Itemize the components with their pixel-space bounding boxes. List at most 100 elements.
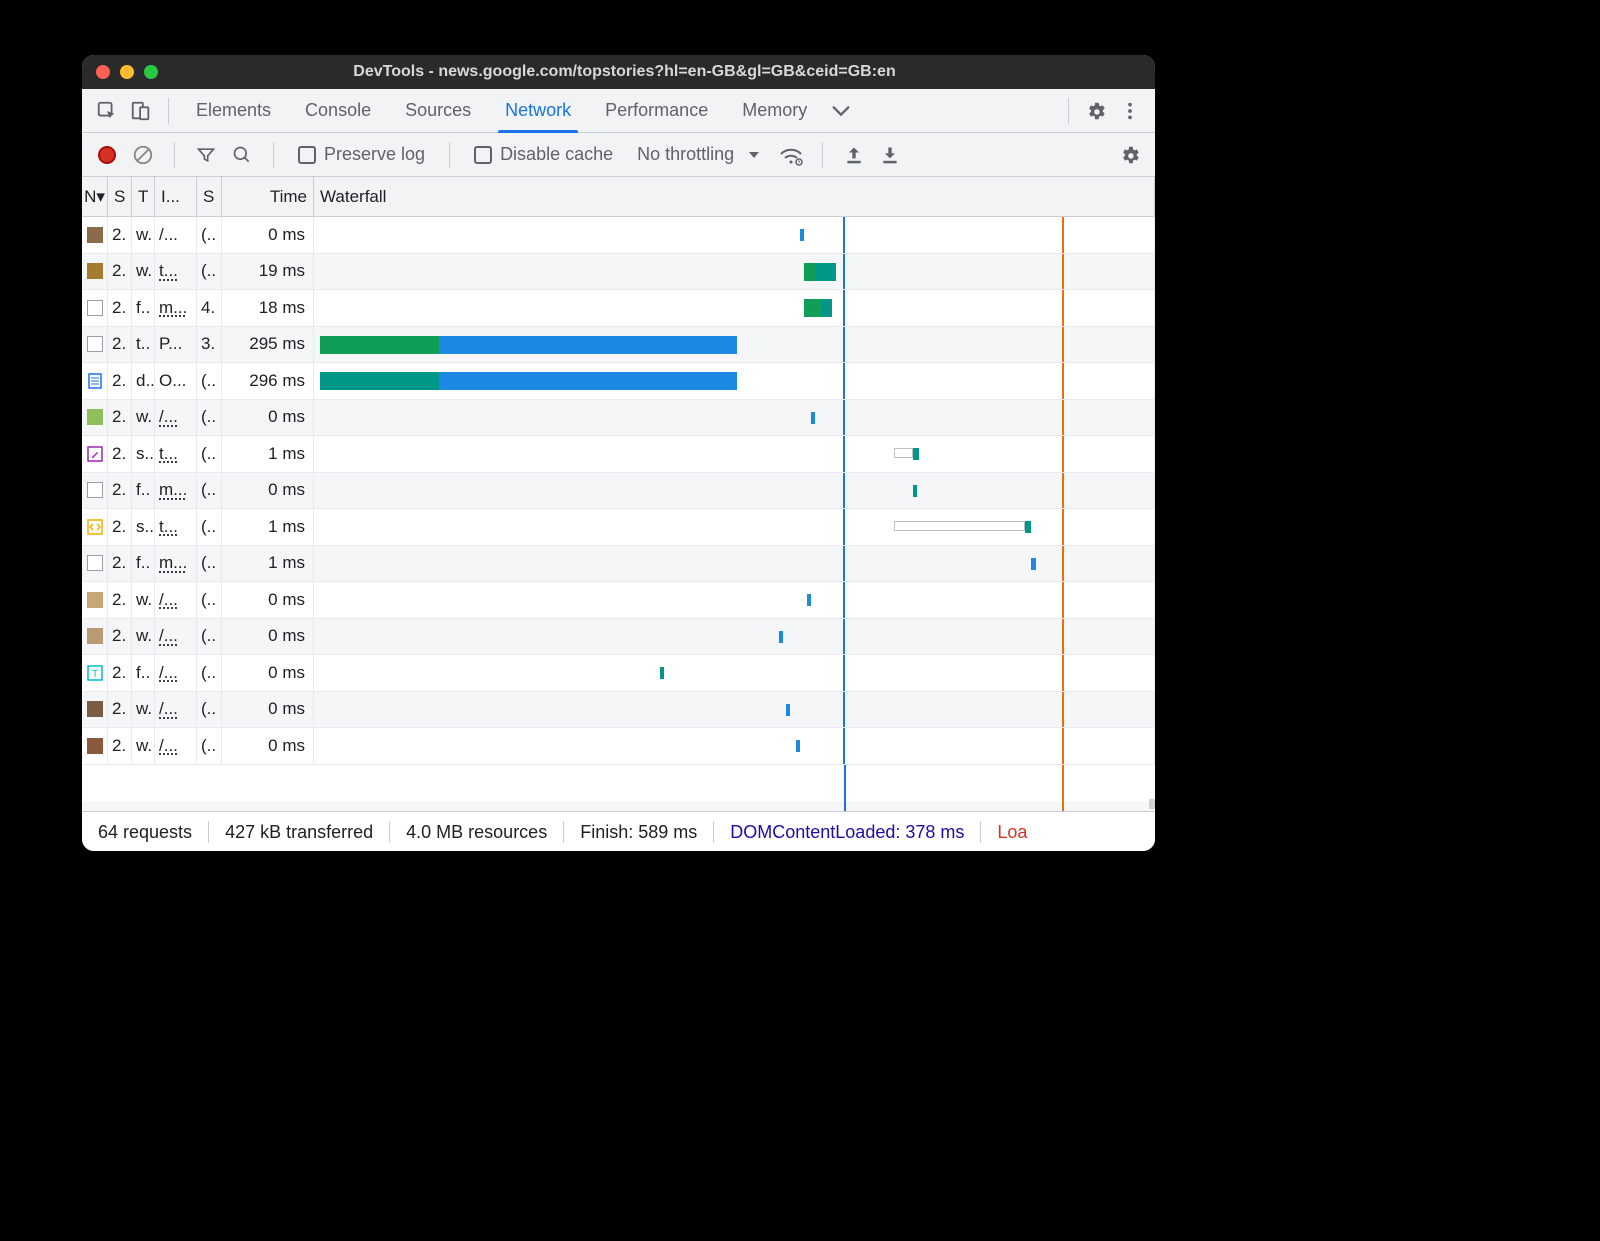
settings-icon[interactable] [1079, 96, 1113, 126]
search-icon[interactable] [227, 140, 257, 170]
resource-type-icon [82, 217, 108, 253]
more-tabs-icon[interactable] [824, 96, 858, 126]
column-initiator[interactable]: I... [155, 177, 197, 216]
table-row[interactable]: 2.w./...(..0 ms [82, 217, 1155, 254]
filter-icon[interactable] [191, 140, 221, 170]
column-size[interactable]: S [197, 177, 222, 216]
table-row[interactable]: 2.s..t...(..1 ms [82, 436, 1155, 473]
waterfall-cell [314, 363, 1155, 399]
network-columns-header: N▾ S T I... S Time Waterfall [82, 177, 1155, 217]
divider [168, 98, 169, 124]
resource-type-icon [82, 400, 108, 436]
chevron-down-icon [748, 149, 760, 161]
clear-icon[interactable] [128, 140, 158, 170]
resource-type-icon [82, 546, 108, 582]
tab-network[interactable]: Network [488, 89, 588, 132]
resource-type-icon [82, 327, 108, 363]
status-bar: 64 requests 427 kB transferred 4.0 MB re… [82, 811, 1155, 851]
network-rows: 2.w./...(..0 ms2.w.t...(..19 ms2.f..m...… [82, 217, 1155, 811]
resource-type-icon [82, 728, 108, 764]
status-dcl: DOMContentLoaded: 378 ms [714, 821, 981, 843]
divider [273, 142, 274, 168]
status-transferred: 427 kB transferred [209, 821, 390, 843]
column-name[interactable]: N▾ [82, 177, 108, 216]
tab-console[interactable]: Console [288, 89, 388, 132]
waterfall-cell [314, 400, 1155, 436]
svg-text:T: T [91, 669, 97, 680]
table-row[interactable]: 2.f..m...(..0 ms [82, 473, 1155, 510]
device-mode-icon[interactable] [124, 96, 158, 126]
tab-memory[interactable]: Memory [725, 89, 824, 132]
traffic-lights [96, 65, 158, 79]
zoom-icon[interactable] [144, 65, 158, 79]
resource-type-icon [82, 619, 108, 655]
waterfall-cell [314, 217, 1155, 253]
network-conditions-icon[interactable] [776, 140, 806, 170]
waterfall-cell [314, 619, 1155, 655]
table-row[interactable]: 2.w./...(..0 ms [82, 400, 1155, 437]
table-row[interactable]: 2.w./...(..0 ms [82, 619, 1155, 656]
status-requests: 64 requests [98, 821, 209, 843]
table-row[interactable]: 2.f..m...4.18 ms [82, 290, 1155, 327]
waterfall-cell [314, 509, 1155, 545]
waterfall-cell [314, 290, 1155, 326]
network-settings-icon[interactable] [1115, 140, 1145, 170]
upload-har-icon[interactable] [839, 140, 869, 170]
status-finish: Finish: 589 ms [564, 821, 714, 843]
tab-performance[interactable]: Performance [588, 89, 725, 132]
resource-type-icon [82, 473, 108, 509]
table-row[interactable]: 2.w./...(..0 ms [82, 692, 1155, 729]
table-row[interactable]: 2.w./...(..0 ms [82, 582, 1155, 619]
kebab-menu-icon[interactable] [1113, 96, 1147, 126]
resource-type-icon [82, 290, 108, 326]
minimize-icon[interactable] [120, 65, 134, 79]
resource-type-icon [82, 582, 108, 618]
inspect-element-icon[interactable] [90, 96, 124, 126]
download-har-icon[interactable] [875, 140, 905, 170]
close-icon[interactable] [96, 65, 110, 79]
column-time[interactable]: Time [222, 177, 314, 216]
column-type[interactable]: T [132, 177, 155, 216]
table-row[interactable]: 2.w./...(..0 ms [82, 728, 1155, 765]
waterfall-cell [314, 546, 1155, 582]
divider [449, 142, 450, 168]
divider [822, 142, 823, 168]
waterfall-cell [314, 655, 1155, 691]
waterfall-cell [314, 254, 1155, 290]
waterfall-cell [314, 692, 1155, 728]
divider [1068, 98, 1069, 124]
resource-type-icon [82, 363, 108, 399]
tab-elements[interactable]: Elements [179, 89, 288, 132]
table-row[interactable]: 2.w.t...(..19 ms [82, 254, 1155, 291]
table-row[interactable]: T2.f../...(..0 ms [82, 655, 1155, 692]
window-title: DevTools - news.google.com/topstories?hl… [158, 63, 1091, 81]
resource-type-icon [82, 509, 108, 545]
divider [174, 142, 175, 168]
table-row[interactable]: 2.s..t...(..1 ms [82, 509, 1155, 546]
table-row[interactable]: 2.d..O...(..296 ms [82, 363, 1155, 400]
column-status[interactable]: S [108, 177, 132, 216]
waterfall-cell [314, 327, 1155, 363]
throttling-select[interactable]: No throttling [637, 144, 760, 165]
resource-type-icon [82, 436, 108, 472]
column-waterfall[interactable]: Waterfall [314, 177, 1155, 216]
table-row[interactable]: 2.f..m...(..1 ms [82, 546, 1155, 583]
titlebar: DevTools - news.google.com/topstories?hl… [82, 55, 1155, 89]
network-toolbar: Preserve log Disable cache No throttling [82, 133, 1155, 177]
tab-sources[interactable]: Sources [388, 89, 488, 132]
table-row[interactable]: 2.t..P...3.295 ms [82, 327, 1155, 364]
waterfall-cell [314, 728, 1155, 764]
waterfall-cell [314, 436, 1155, 472]
waterfall-cell [314, 473, 1155, 509]
disable-cache-checkbox[interactable]: Disable cache [474, 144, 613, 165]
record-button[interactable] [92, 140, 122, 170]
preserve-log-checkbox[interactable]: Preserve log [298, 144, 425, 165]
devtools-tabs: Elements Console Sources Network Perform… [82, 89, 1155, 133]
resource-type-icon [82, 254, 108, 290]
status-resources: 4.0 MB resources [390, 821, 564, 843]
devtools-window: DevTools - news.google.com/topstories?hl… [82, 55, 1155, 851]
resource-type-icon [82, 692, 108, 728]
waterfall-cell [314, 582, 1155, 618]
status-load: Loa [981, 821, 1027, 843]
empty-rows [82, 765, 1155, 812]
